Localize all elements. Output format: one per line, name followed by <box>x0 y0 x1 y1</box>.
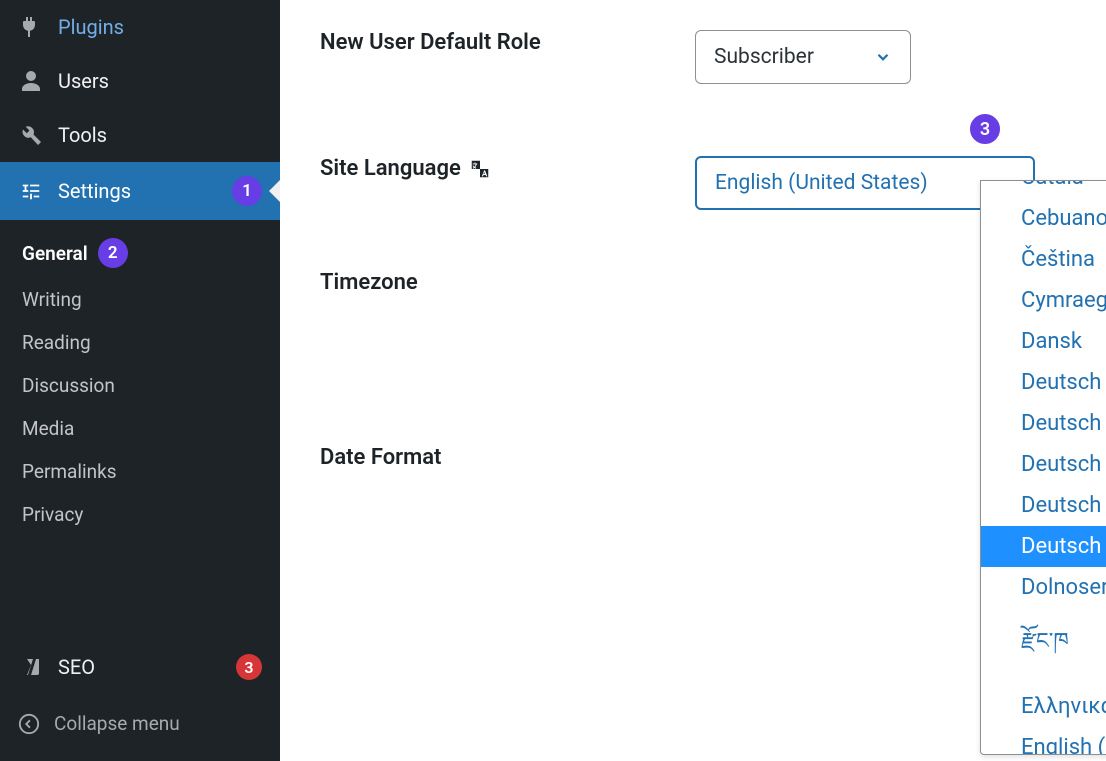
submenu-item-label: Reading <box>22 331 91 354</box>
sidebar-item-seo[interactable]: SEO 3 <box>0 640 280 694</box>
sidebar-item-tools[interactable]: Tools <box>0 108 280 162</box>
default-role-value: Subscriber <box>714 45 814 69</box>
sidebar-item-users[interactable]: Users <box>0 54 280 108</box>
yoast-icon <box>18 654 44 680</box>
language-option[interactable]: Deutsch (Schweiz, Du) <box>981 362 1106 403</box>
user-icon <box>18 68 44 94</box>
wrench-icon <box>18 122 44 148</box>
collapse-menu-button[interactable]: Collapse menu <box>0 694 280 761</box>
step-badge-2: 2 <box>98 238 128 268</box>
language-option[interactable]: Català <box>981 180 1106 198</box>
site-language-value: English (United States) <box>715 171 928 195</box>
submenu-item-label: General <box>22 242 88 265</box>
collapse-label: Collapse menu <box>54 712 180 735</box>
settings-general-page: New User Default Role Subscriber Site La… <box>280 0 1106 761</box>
timezone-label: Timezone <box>320 270 695 295</box>
language-option[interactable]: Čeština <box>981 239 1106 280</box>
submenu-item-reading[interactable]: Reading <box>0 321 280 364</box>
date-format-label: Date Format <box>320 445 695 470</box>
admin-sidebar: Plugins Users Tools Settings 1 General 2… <box>0 0 280 761</box>
plug-icon <box>18 14 44 40</box>
sidebar-item-plugins[interactable]: Plugins <box>0 0 280 54</box>
sidebar-item-label: Settings <box>58 179 218 203</box>
sidebar-item-label: SEO <box>58 655 222 679</box>
language-option[interactable]: Deutsch (Österreich) <box>981 526 1106 567</box>
submenu-item-label: Discussion <box>22 374 115 397</box>
language-option[interactable]: རྫོང་ཁ <box>981 608 1106 686</box>
submenu-item-writing[interactable]: Writing <box>0 278 280 321</box>
submenu-item-label: Media <box>22 417 74 440</box>
sidebar-item-label: Plugins <box>58 15 262 39</box>
submenu-item-label: Privacy <box>22 503 83 526</box>
update-count-badge: 3 <box>236 654 262 680</box>
settings-submenu: General 2 Writing Reading Discussion Med… <box>0 220 280 552</box>
submenu-item-permalinks[interactable]: Permalinks <box>0 450 280 493</box>
step-badge-3: 3 <box>968 112 1002 146</box>
chevron-down-icon <box>874 48 892 66</box>
sidebar-item-label: Users <box>58 69 262 93</box>
sidebar-item-label: Tools <box>58 123 262 147</box>
language-option[interactable]: English (UK) <box>981 727 1106 755</box>
language-option[interactable]: Dolnoserbšćina <box>981 567 1106 608</box>
submenu-item-privacy[interactable]: Privacy <box>0 493 280 536</box>
row-default-role: New User Default Role Subscriber <box>320 30 1106 84</box>
submenu-item-general[interactable]: General 2 <box>0 228 280 278</box>
step-badge-1: 1 <box>232 176 262 206</box>
site-language-label: Site Language <box>320 156 695 181</box>
language-option[interactable]: Cebuano <box>981 198 1106 239</box>
default-role-label: New User Default Role <box>320 30 695 55</box>
language-option[interactable]: Cymraeg <box>981 280 1106 321</box>
submenu-item-label: Writing <box>22 288 82 311</box>
default-role-select[interactable]: Subscriber <box>695 30 911 84</box>
language-option[interactable]: Dansk <box>981 321 1106 362</box>
language-option[interactable]: Deutsch (Sie) <box>981 403 1106 444</box>
submenu-item-discussion[interactable]: Discussion <box>0 364 280 407</box>
site-language-dropdown[interactable]: CatalàCebuanoČeštinaCymraegDanskDeutsch … <box>980 180 1106 755</box>
submenu-item-label: Permalinks <box>22 460 117 483</box>
sidebar-item-settings[interactable]: Settings 1 <box>0 162 280 220</box>
language-option[interactable]: Deutsch (Schweiz) <box>981 485 1106 526</box>
language-option[interactable]: Deutsch <box>981 444 1106 485</box>
collapse-icon <box>18 713 40 735</box>
language-option[interactable]: Ελληνικά <box>981 686 1106 727</box>
submenu-item-media[interactable]: Media <box>0 407 280 450</box>
sliders-icon <box>18 178 44 204</box>
translate-icon <box>469 158 491 180</box>
